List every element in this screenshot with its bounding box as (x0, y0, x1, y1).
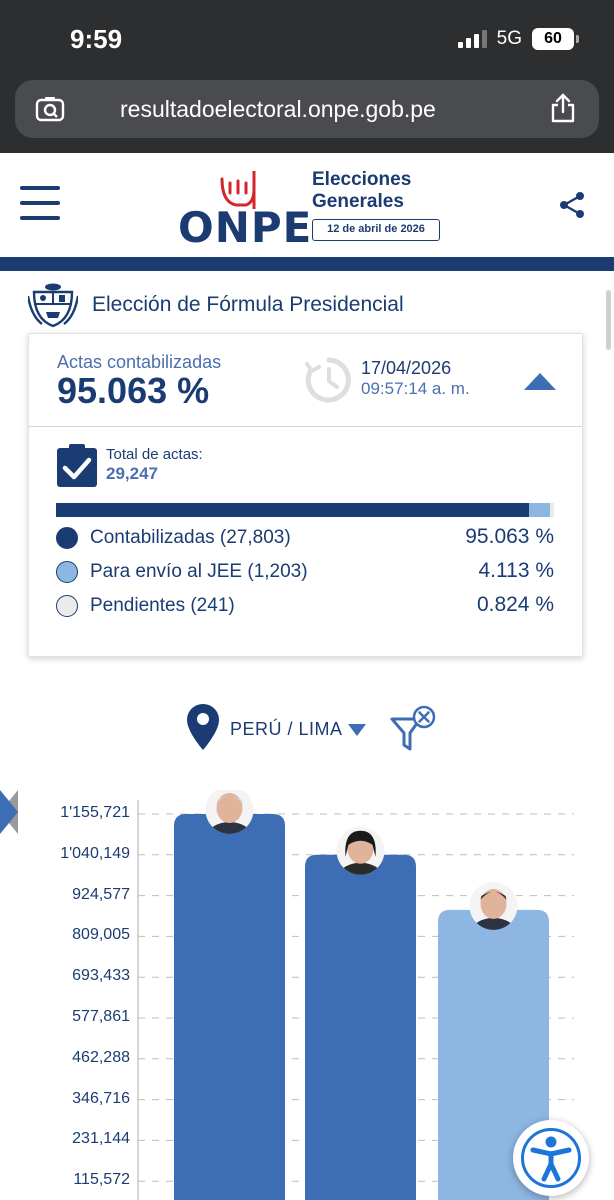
legend-percent: 95.063 % (465, 525, 554, 548)
legend-pendientes: Pendientes (241) 0.824 % (56, 593, 554, 619)
chart-next-arrow-icon[interactable] (0, 790, 18, 834)
header-divider (0, 257, 614, 271)
election-title: Elecciones Generales (312, 169, 412, 212)
status-indicators: 5G 60 (457, 28, 579, 50)
chevron-down-icon[interactable] (348, 724, 366, 736)
y-tick-label: 1'040,149 (60, 844, 130, 862)
y-tick-label: 693,433 (72, 967, 130, 985)
y-tick-label: 577,861 (72, 1008, 130, 1025)
section-title: Elección de Fórmula Presidencial (92, 293, 404, 316)
total-actas-label: Total de actas: (106, 446, 203, 463)
logo-text: ONPE (178, 203, 313, 252)
site-header: ONPE Elecciones Generales 12 de abril de… (0, 153, 614, 257)
y-tick-label: 1'155,721 (60, 804, 130, 821)
bar-candidate-2[interactable] (305, 854, 416, 1200)
location-label[interactable]: PERÚ / LIMA (230, 719, 343, 740)
section-header: Elección de Fórmula Presidencial (28, 282, 404, 328)
update-time: 09:57:14 a. m. (361, 379, 470, 398)
collapse-caret-icon[interactable] (524, 372, 556, 390)
election-date: 12 de abril de 2026 (312, 219, 440, 241)
y-tick-label: 115,572 (73, 1171, 130, 1189)
y-tick-label: 462,288 (72, 1048, 130, 1066)
url-bar[interactable]: resultadoelectoral.onpe.gob.pe (15, 80, 599, 138)
legend-dot (56, 561, 78, 583)
legend-label: Pendientes (241) (90, 595, 235, 616)
accessibility-button[interactable] (513, 1120, 589, 1196)
menu-icon[interactable] (20, 186, 60, 220)
accessibility-ring (521, 1128, 581, 1188)
camera-search-icon[interactable] (35, 95, 65, 123)
progress-segment-contabilizadas (56, 503, 530, 517)
legend-label: Para envío al JEE (1,203) (90, 561, 308, 582)
status-time: 9:59 (70, 24, 123, 54)
page-scrollbar[interactable] (606, 290, 611, 350)
battery-icon: 60 (532, 28, 579, 50)
share-icon[interactable] (558, 191, 586, 219)
onpe-logo[interactable]: ONPE Elecciones Generales 12 de abril de… (178, 167, 448, 252)
network-type: 5G (496, 28, 522, 49)
progress-segment-pendientes (549, 503, 554, 517)
bar-candidate-1[interactable] (174, 814, 285, 1200)
legend-label: Contabilizadas (27,803) (90, 527, 291, 548)
clear-filter-icon[interactable] (390, 705, 436, 753)
summary-card: Actas contabilizadas 95.063 % 17/04/2026… (28, 333, 583, 657)
legend-dot (56, 527, 78, 549)
actas-percent: 95.063 % (57, 370, 210, 411)
accessibility-icon (530, 1136, 572, 1182)
progress-segment-jee (529, 503, 550, 517)
history-clock-icon (305, 357, 351, 403)
legend-percent: 0.824 % (476, 593, 554, 616)
peru-crest-icon (28, 283, 78, 328)
legend-percent: 4.113 % (478, 559, 555, 582)
url-text[interactable]: resultadoelectoral.onpe.gob.pe (120, 96, 436, 123)
summary-card-header[interactable]: Actas contabilizadas 95.063 % 17/04/2026… (29, 334, 582, 427)
browser-chrome: 9:59 5G 60 resultadoelectoral.onpe.gob.p… (0, 0, 614, 153)
y-tick-label: 346,716 (72, 1089, 130, 1107)
share-sheet-icon[interactable] (549, 92, 577, 124)
y-tick-label: 809,005 (72, 926, 130, 944)
update-date: 17/04/2026 (361, 358, 452, 378)
actas-progress-bar (56, 503, 554, 517)
location-pin-icon (187, 704, 219, 750)
y-tick-label: 231,144 (72, 1130, 130, 1148)
signal-icon (457, 30, 487, 48)
y-tick-label: 924,577 (72, 885, 130, 903)
location-selector[interactable]: PERÚ / LIMA (186, 703, 446, 755)
legend-jee: Para envío al JEE (1,203) 4.113 % (56, 559, 554, 585)
total-actas-value: 29,247 (106, 464, 158, 483)
legend-contabilizadas: Contabilizadas (27,803) 95.063 % (56, 525, 554, 551)
checklist-icon (57, 444, 97, 487)
legend-dot (56, 595, 78, 617)
